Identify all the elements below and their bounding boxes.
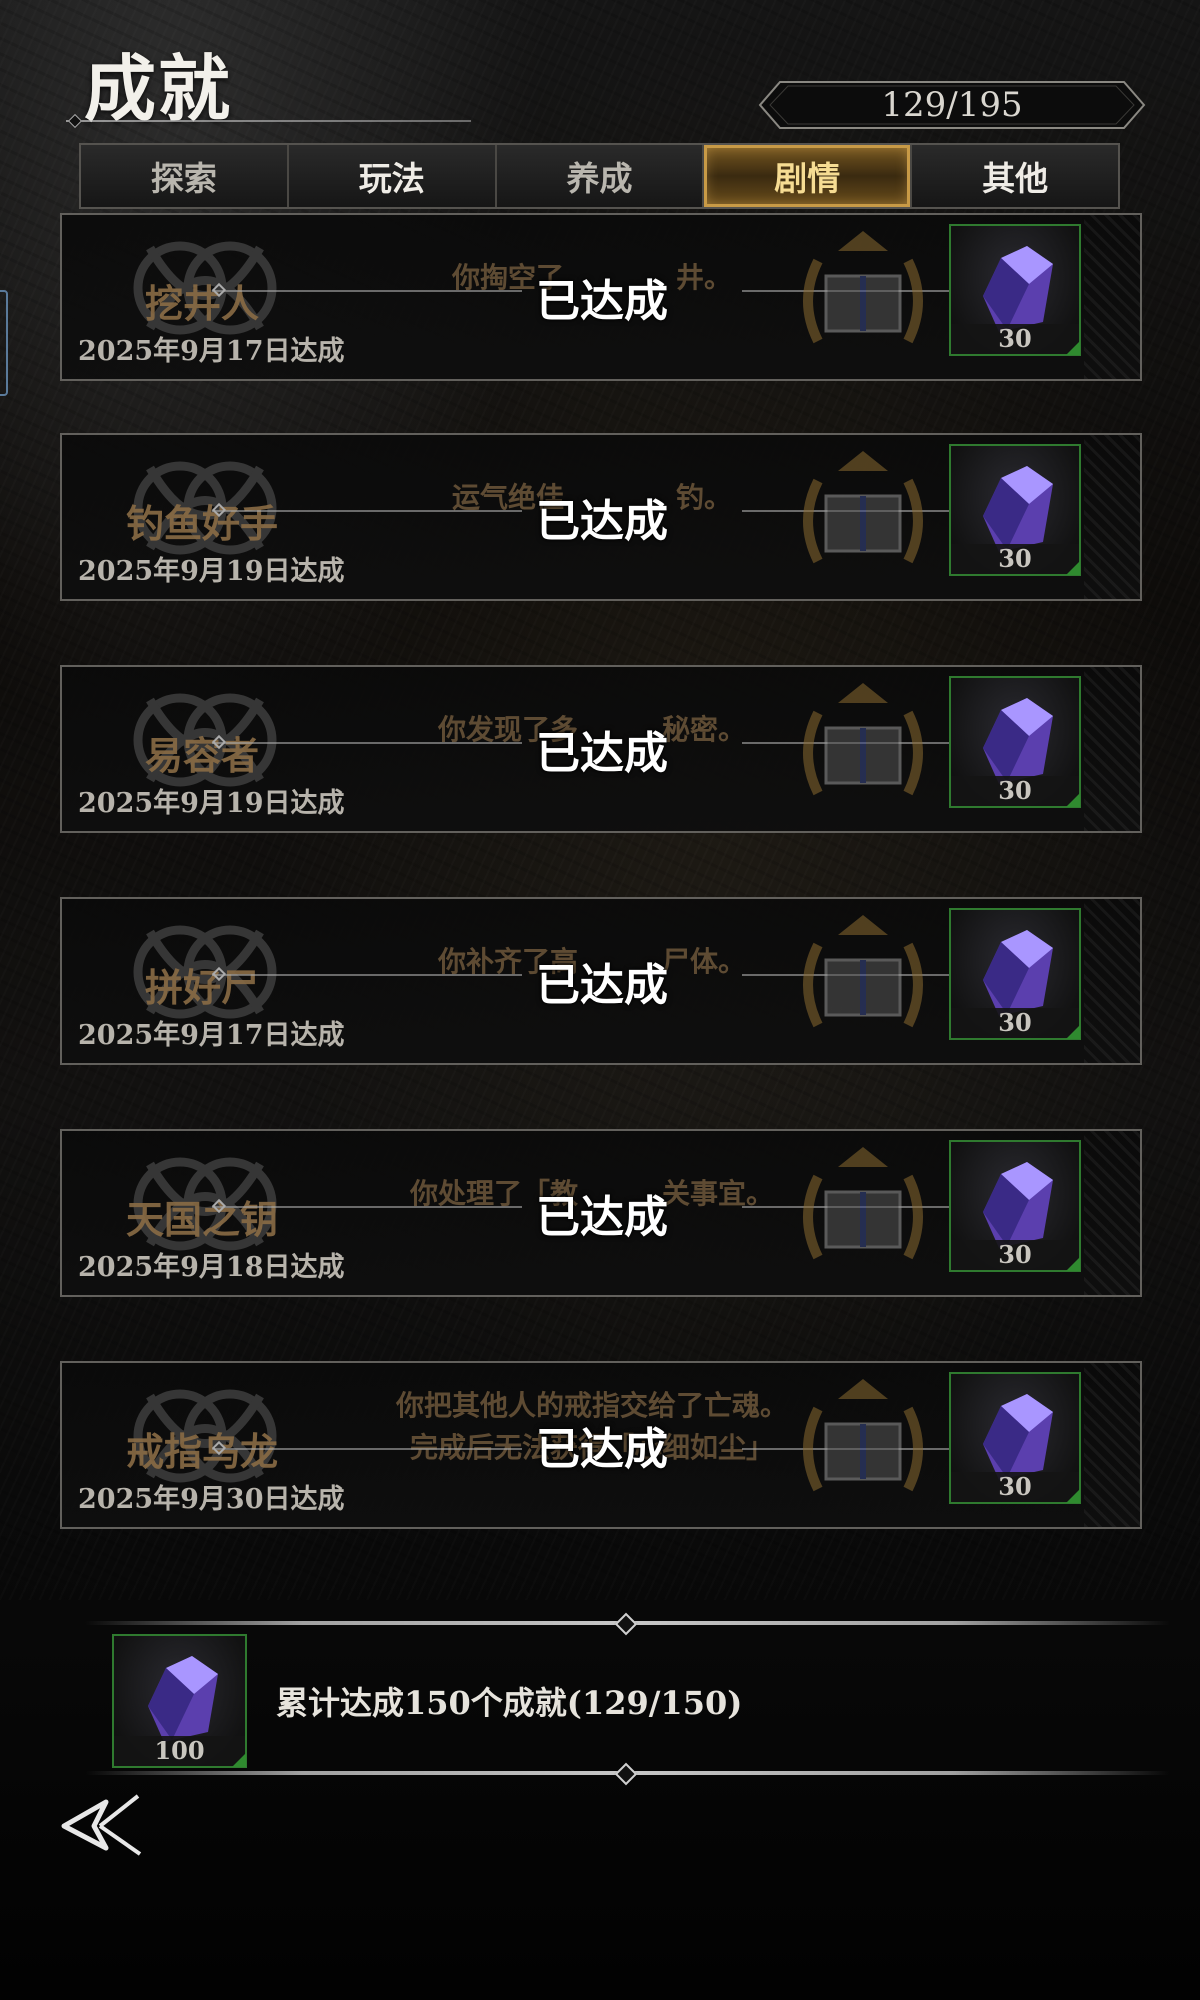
purple-crystal-icon	[983, 930, 1053, 1016]
tab-story[interactable]: 剧情	[704, 145, 913, 207]
achievement-card[interactable]: 戒指乌龙 你把其他人的戒指交给了亡魂。 完成后无法获得「心细如尘」 已达成 20…	[60, 1361, 1142, 1529]
reward-slot[interactable]: 30	[949, 908, 1081, 1040]
card-edge-pattern	[1084, 215, 1140, 379]
seal-line-left	[212, 974, 522, 976]
back-arrow-icon[interactable]	[60, 1792, 144, 1858]
achieved-status: 已达成	[536, 728, 668, 779]
achievement-name: 挖井人	[144, 281, 259, 326]
card-edge-pattern	[1084, 1131, 1140, 1295]
summary-reward-slot[interactable]: 100	[112, 1634, 247, 1768]
achieved-date: 2025年9月30日达成	[78, 1484, 345, 1515]
achievement-list[interactable]: 挖井人 你掏空了 井。 已达成 2025年9月17日达成 30 钓鱼好手 运气绝…	[0, 209, 1200, 1609]
card-edge-pattern	[1084, 435, 1140, 599]
reward-slot[interactable]: 30	[949, 444, 1081, 576]
reward-amount: 30	[951, 544, 1079, 574]
progress-text: 129/195	[881, 85, 1023, 125]
purple-crystal-icon	[983, 466, 1053, 552]
seal-line-left	[212, 1448, 522, 1450]
achieved-date: 2025年9月17日达成	[78, 1020, 345, 1051]
achieved-date: 2025年9月19日达成	[78, 788, 345, 819]
card-edge-pattern	[1084, 899, 1140, 1063]
tab-label: 玩法	[358, 159, 425, 198]
tab-explore[interactable]: 探索	[81, 145, 289, 207]
achieved-date: 2025年9月18日达成	[78, 1252, 345, 1283]
summary-progress-text: 累计达成150个成就(129/150)	[276, 1684, 743, 1722]
achievement-progress-counter: 129/195	[758, 80, 1146, 130]
tab-gameplay[interactable]: 玩法	[288, 145, 497, 207]
reward-corner-mark	[1066, 1025, 1080, 1039]
tab-label: 探索	[150, 159, 217, 198]
divider-knot-icon	[614, 1612, 638, 1636]
reward-slot[interactable]: 30	[949, 1140, 1081, 1272]
achievement-card[interactable]: 天国之钥 你处理了「教 关事宜。 已达成 2025年9月18日达成 30	[60, 1129, 1142, 1297]
achievements-screen: 成就 129/195 探索 玩法 养成 剧情 其他 挖井人 你掏空了 井。 已达…	[0, 0, 1200, 2000]
tab-growth[interactable]: 养成	[496, 145, 705, 207]
achievement-name: 钓鱼好手	[125, 501, 278, 546]
book-laurel-badge-icon	[803, 231, 923, 344]
tab-label: 养成	[566, 159, 633, 198]
reward-slot[interactable]: 30	[949, 1372, 1081, 1504]
reward-corner-mark	[1066, 561, 1080, 575]
category-tabs: 探索 玩法 养成 剧情 其他	[79, 143, 1120, 209]
purple-crystal-icon	[983, 246, 1053, 332]
card-edge-pattern	[1084, 667, 1140, 831]
achievement-card[interactable]: 钓鱼好手 运气绝佳 钓。 已达成 2025年9月19日达成 30	[60, 433, 1142, 601]
card-edge-pattern	[1084, 1363, 1140, 1527]
seal-line-left	[212, 742, 522, 744]
purple-crystal-icon	[983, 1394, 1053, 1480]
seal-line-left	[212, 290, 522, 292]
tab-label: 其他	[982, 159, 1049, 198]
title-underline	[66, 120, 471, 122]
book-laurel-badge-icon	[803, 683, 923, 796]
achievement-card[interactable]: 挖井人 你掏空了 井。 已达成 2025年9月17日达成 30	[60, 213, 1142, 381]
book-laurel-badge-icon	[803, 1379, 923, 1492]
reward-slot[interactable]: 30	[949, 676, 1081, 808]
reward-amount: 30	[951, 1472, 1079, 1502]
reward-amount: 30	[951, 1008, 1079, 1038]
purple-crystal-icon	[148, 1656, 218, 1742]
achievement-name: 拼好尸	[144, 965, 259, 1010]
achieved-status: 已达成	[536, 1424, 668, 1475]
reward-corner-mark	[232, 1753, 246, 1767]
summary-reward-amount: 100	[114, 1736, 245, 1766]
tab-label: 剧情	[774, 159, 841, 198]
purple-crystal-icon	[983, 698, 1053, 784]
achievement-card[interactable]: 拼好尸 你补齐了高 尸体。 已达成 2025年9月17日达成 30	[60, 897, 1142, 1065]
achievement-card[interactable]: 易容者 你发现了多 秘密。 已达成 2025年9月19日达成 30	[60, 665, 1142, 833]
achieved-status: 已达成	[536, 960, 668, 1011]
achieved-date: 2025年9月17日达成	[78, 336, 345, 367]
reward-amount: 30	[951, 776, 1079, 806]
achieved-date: 2025年9月19日达成	[78, 556, 345, 587]
reward-corner-mark	[1066, 793, 1080, 807]
reward-corner-mark	[1066, 341, 1080, 355]
divider-knot-icon	[614, 1762, 638, 1786]
reward-amount: 30	[951, 324, 1079, 354]
book-laurel-badge-icon	[803, 1147, 923, 1260]
reward-amount: 30	[951, 1240, 1079, 1270]
achieved-status: 已达成	[536, 496, 668, 547]
achieved-status: 已达成	[536, 276, 668, 327]
book-laurel-badge-icon	[803, 451, 923, 564]
achievement-name: 天国之钥	[125, 1197, 278, 1242]
tab-other[interactable]: 其他	[912, 145, 1118, 207]
achieved-status: 已达成	[536, 1192, 668, 1243]
reward-corner-mark	[1066, 1257, 1080, 1271]
purple-crystal-icon	[983, 1162, 1053, 1248]
reward-corner-mark	[1066, 1489, 1080, 1503]
reward-slot[interactable]: 30	[949, 224, 1081, 356]
book-laurel-badge-icon	[803, 915, 923, 1028]
achievement-name: 易容者	[144, 733, 259, 778]
seal-line-left	[212, 1206, 522, 1208]
seal-line-left	[212, 510, 522, 512]
